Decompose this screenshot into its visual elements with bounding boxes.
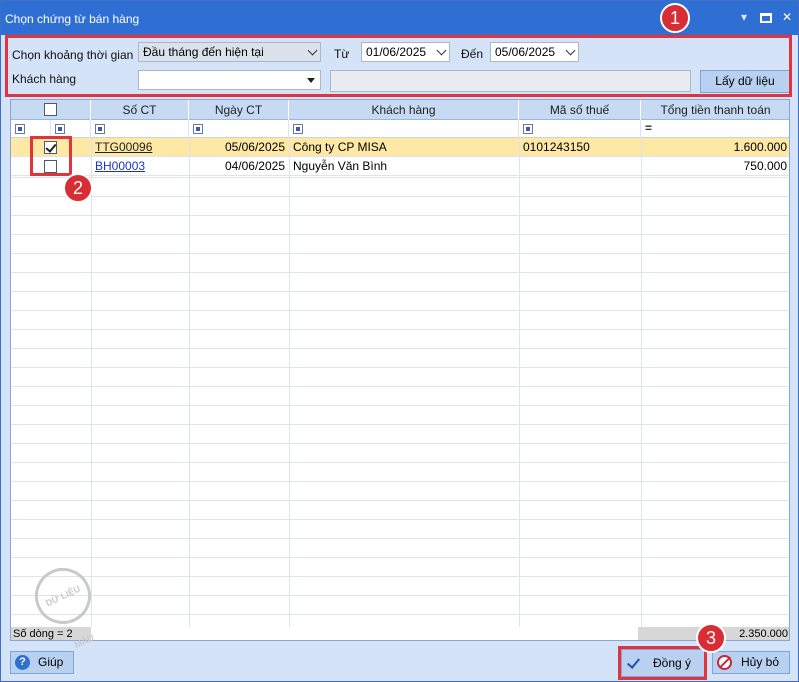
ma-so-thue-cell: 0101243150 — [523, 140, 590, 154]
help-button[interactable]: ? Giúp — [10, 651, 74, 674]
header-ma-so-thue[interactable]: Mã số thuế — [519, 100, 641, 120]
filter-icon[interactable] — [95, 124, 105, 134]
grid-column-line — [519, 138, 520, 628]
grid-row-line — [11, 367, 789, 368]
header-ngay-ct[interactable]: Ngày CT — [189, 100, 289, 120]
filter-icon[interactable] — [523, 124, 533, 134]
grid-row-line — [11, 253, 789, 254]
grid-row-line — [11, 443, 789, 444]
filter-icon[interactable] — [15, 124, 25, 134]
khach-hang-cell: Công ty CP MISA — [293, 140, 387, 154]
maximize-icon[interactable] — [760, 13, 772, 23]
cancel-icon — [717, 655, 732, 670]
grid-row-line — [11, 234, 789, 235]
dialog-window: Chọn chứng từ bán hàng ▾ ✕ Chọn khoảng t… — [0, 0, 799, 682]
help-label: Giúp — [38, 655, 64, 669]
grid-row-line — [11, 595, 789, 596]
grid-row-line — [11, 196, 789, 197]
callout-checkbox-highlight — [30, 136, 72, 176]
grid-row-line — [11, 386, 789, 387]
tong-tien-cell: 1.600.000 — [733, 140, 787, 154]
equals-icon[interactable]: = — [645, 121, 652, 135]
grid-row-line — [11, 462, 789, 463]
header-khach-hang[interactable]: Khách hàng — [289, 100, 519, 120]
grid-row-line — [11, 177, 789, 178]
grid-row-line — [11, 329, 789, 330]
ngay-ct-cell: 05/06/2025 — [224, 140, 285, 154]
callout-badge-2: 2 — [63, 173, 93, 203]
khach-hang-cell: Nguyễn Văn Bình — [293, 159, 388, 173]
grid-row-line — [11, 481, 789, 482]
grid-filter-row: = — [11, 120, 789, 138]
filter-icon[interactable] — [293, 124, 303, 134]
window-title: Chọn chứng từ bán hàng — [5, 12, 140, 26]
filter-cell[interactable] — [289, 120, 519, 138]
select-all-checkbox[interactable] — [44, 103, 57, 116]
voucher-grid: Số CT Ngày CT Khách hàng Mã số thuế Tổng… — [10, 99, 790, 641]
help-icon: ? — [15, 655, 30, 670]
filter-cell[interactable] — [91, 120, 189, 138]
so-ct-link[interactable]: TTG00096 — [91, 138, 189, 157]
grid-row-line — [11, 538, 789, 539]
table-row[interactable]: TTG00096 05/06/2025 Công ty CP MISA 0101… — [11, 138, 789, 157]
cancel-button[interactable]: Hủy bỏ — [712, 651, 790, 674]
grid-column-line — [91, 138, 92, 628]
grid-row-line — [11, 215, 789, 216]
callout-badge-3: 3 — [696, 623, 726, 653]
ngay-ct-cell: 04/06/2025 — [224, 159, 285, 173]
grid-column-line — [189, 138, 190, 628]
grid-column-line — [641, 138, 642, 628]
grid-header: Số CT Ngày CT Khách hàng Mã số thuế Tổng… — [11, 100, 789, 120]
so-ct-link[interactable]: BH00003 — [91, 157, 189, 176]
grid-summary-row: Số dòng = 2 2.350.000 — [11, 627, 789, 640]
grid-row-line — [11, 291, 789, 292]
grid-row-line — [11, 576, 789, 577]
grid-row-line — [11, 272, 789, 273]
grid-row-line — [11, 557, 789, 558]
filter-icon[interactable] — [193, 124, 203, 134]
close-icon[interactable]: ✕ — [782, 10, 792, 24]
callout-filter-highlight — [5, 35, 792, 97]
grid-row-line — [11, 519, 789, 520]
minimize-icon[interactable]: ▾ — [741, 10, 747, 24]
filter-cell[interactable] — [519, 120, 641, 138]
grid-row-line — [11, 405, 789, 406]
header-so-ct[interactable]: Số CT — [91, 100, 189, 120]
grid-row-line — [11, 348, 789, 349]
header-select-all[interactable] — [11, 100, 91, 120]
grid-row-line — [11, 424, 789, 425]
filter-cell[interactable]: = — [641, 120, 789, 138]
grid-column-line — [289, 138, 290, 628]
grid-row-line — [11, 614, 789, 615]
ma-so-thue-cell — [519, 157, 641, 176]
grid-row-line — [11, 310, 789, 311]
callout-badge-1: 1 — [660, 3, 690, 33]
cancel-label: Hủy bỏ — [741, 655, 780, 669]
table-row[interactable]: BH00003 04/06/2025 Nguyễn Văn Bình 750.0… — [11, 157, 789, 176]
callout-ok-highlight — [618, 646, 707, 680]
filter-cell[interactable] — [189, 120, 289, 138]
grid-row-line — [11, 500, 789, 501]
tong-tien-cell: 750.000 — [743, 159, 787, 173]
header-tong-tien[interactable]: Tổng tiền thanh toán — [641, 100, 789, 120]
filter-icon[interactable] — [55, 124, 65, 134]
